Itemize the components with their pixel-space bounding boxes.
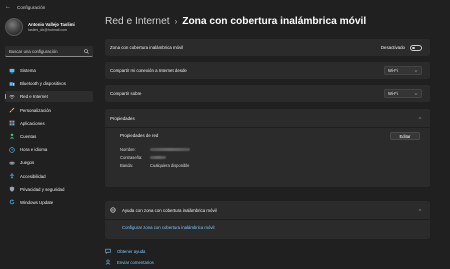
sidebar-item-personalizacion[interactable]: Personalización	[5, 105, 93, 116]
sidebar-item-label: Hora e idioma	[20, 147, 48, 153]
brush-icon	[9, 107, 15, 113]
sidebar-item-windows-update[interactable]: Windows Update	[5, 197, 93, 208]
sidebar-item-label: Cuentas	[20, 133, 37, 139]
title-bar: ← Configuración	[0, 0, 450, 14]
sidebar-item-label: Bluetooth y dispositivos	[20, 81, 66, 87]
sidebar-item-label: Sistema	[20, 68, 36, 73]
network-name-row: Nombre:	[120, 147, 190, 152]
search-box[interactable]	[5, 46, 93, 57]
breadcrumb: Red e Internet › Zona con cobertura inal…	[105, 16, 366, 27]
network-name-value-redacted	[150, 147, 190, 151]
properties-body: Propiedades de red Editar Nombre: Contra…	[105, 127, 430, 187]
sidebar-item-bluetooth[interactable]: Bluetooth y dispositivos	[5, 78, 93, 89]
feedback-icon	[105, 259, 111, 265]
toggle-switch[interactable]	[410, 44, 422, 51]
share-from-card: Compartir mi conexión a Internet desde W…	[105, 62, 430, 79]
sidebar-item-label: Personalización	[20, 107, 51, 113]
properties-header[interactable]: Propiedades	[105, 109, 430, 127]
hotspot-state: Desactivado	[380, 45, 405, 50]
band-value: Cualquiera disponible	[150, 163, 190, 168]
chevron-up-icon[interactable]	[418, 208, 422, 212]
sidebar-item-juegos[interactable]: Juegos	[5, 157, 93, 168]
sidebar-item-hora-e-idioma[interactable]: Hora e idioma	[5, 144, 93, 155]
edit-button[interactable]: Editar	[390, 132, 420, 140]
sidebar-item-privacidad[interactable]: Privacidad y seguridad	[5, 184, 93, 195]
back-arrow-icon[interactable]: ←	[5, 4, 11, 10]
help-label: Ayuda con zona con cobertura inalámbrica…	[122, 207, 217, 213]
accessibility-icon	[9, 173, 15, 179]
hotspot-label: Zona con cobertura inalámbrica móvil	[110, 45, 184, 50]
user-profile[interactable]: Antonio Vallejo Taslimi taslimi_db@hotma…	[5, 18, 75, 36]
page-title: Zona con cobertura inalámbrica móvil	[182, 16, 367, 27]
properties-section-label: Propiedades	[110, 115, 135, 121]
window-title: Configuración	[17, 4, 46, 10]
help-chat-icon	[105, 248, 111, 254]
sidebar-item-sistema[interactable]: Sistema	[5, 65, 93, 76]
hotspot-toggle-card: Zona con cobertura inalámbrica móvil Des…	[105, 39, 430, 56]
shield-icon	[9, 186, 15, 192]
password-row: Contraseña:	[120, 155, 166, 160]
sidebar-item-label: Accesibilidad	[20, 173, 46, 179]
feedback-label: Enviar comentarios	[117, 259, 154, 265]
password-value-redacted	[150, 155, 166, 159]
sidebar-item-accesibilidad[interactable]: Accesibilidad	[5, 171, 93, 182]
share-over-dropdown[interactable]: Wi-Fi	[384, 89, 422, 98]
sidebar-item-label: Juegos	[20, 160, 35, 166]
help-card: Ayuda con zona con cobertura inalámbrica…	[105, 201, 430, 239]
chevron-up-icon[interactable]	[418, 116, 422, 120]
search-input[interactable]	[9, 48, 79, 54]
get-help-label: Obtener ayuda	[117, 248, 146, 254]
get-help-link[interactable]: Obtener ayuda	[105, 248, 145, 254]
password-label: Contraseña:	[120, 155, 143, 160]
help-body: Configurar zona con cobertura inalámbric…	[105, 219, 430, 235]
share-over-card: Compartir sobre Wi-Fi	[105, 85, 430, 102]
apps-icon	[9, 120, 15, 126]
network-name-label: Nombre:	[120, 147, 136, 152]
sidebar: Antonio Vallejo Taslimi taslimi_db@hotma…	[0, 14, 96, 269]
share-from-dropdown[interactable]: Wi-Fi	[384, 66, 422, 75]
chevron-down-icon	[414, 69, 418, 72]
globe-icon	[110, 207, 116, 213]
network-icon	[9, 94, 15, 99]
sidebar-nav: Sistema Bluetooth y dispositivos Red e I…	[5, 65, 93, 210]
profile-name: Antonio Vallejo Taslimi	[28, 21, 75, 27]
share-over-label: Compartir sobre	[110, 91, 142, 96]
gamepad-icon	[9, 161, 15, 165]
properties-card: Propiedades Propiedades de red Editar No…	[105, 109, 430, 187]
person-icon	[9, 134, 15, 139]
chevron-down-icon	[414, 92, 418, 95]
feedback-link[interactable]: Enviar comentarios	[105, 259, 154, 265]
breadcrumb-separator: ›	[174, 17, 178, 26]
share-over-value: Wi-Fi	[388, 91, 398, 96]
breadcrumb-parent[interactable]: Red e Internet	[105, 16, 170, 27]
avatar	[5, 18, 23, 36]
search-icon	[84, 48, 89, 54]
sidebar-item-aplicaciones[interactable]: Aplicaciones	[5, 118, 93, 129]
sidebar-item-label: Aplicaciones	[20, 120, 45, 126]
network-properties-title: Propiedades de red	[120, 133, 159, 138]
sidebar-item-red-e-internet[interactable]: Red e Internet	[5, 91, 93, 103]
profile-email: taslimi_db@hotmail.com	[28, 27, 68, 32]
sidebar-item-label: Red e Internet	[20, 94, 48, 100]
configure-hotspot-link[interactable]: Configurar zona con cobertura inalámbric…	[122, 225, 214, 230]
help-header[interactable]: Ayuda con zona con cobertura inalámbrica…	[105, 201, 430, 219]
band-row: Banda: Cualquiera disponible	[120, 163, 189, 168]
bluetooth-icon	[9, 81, 15, 86]
help-title: Ayuda con zona con cobertura inalámbrica…	[110, 207, 217, 213]
band-label: Banda:	[120, 163, 133, 168]
globe-clock-icon	[9, 146, 15, 153]
hotspot-toggle[interactable]: Desactivado	[380, 44, 422, 51]
share-from-value: Wi-Fi	[388, 68, 398, 73]
share-from-label: Compartir mi conexión a Internet desde	[110, 68, 187, 73]
sidebar-item-label: Windows Update	[20, 199, 54, 205]
monitor-icon	[9, 68, 15, 73]
sidebar-item-label: Privacidad y seguridad	[20, 186, 65, 192]
sidebar-item-cuentas[interactable]: Cuentas	[5, 131, 93, 142]
update-icon	[9, 199, 15, 205]
